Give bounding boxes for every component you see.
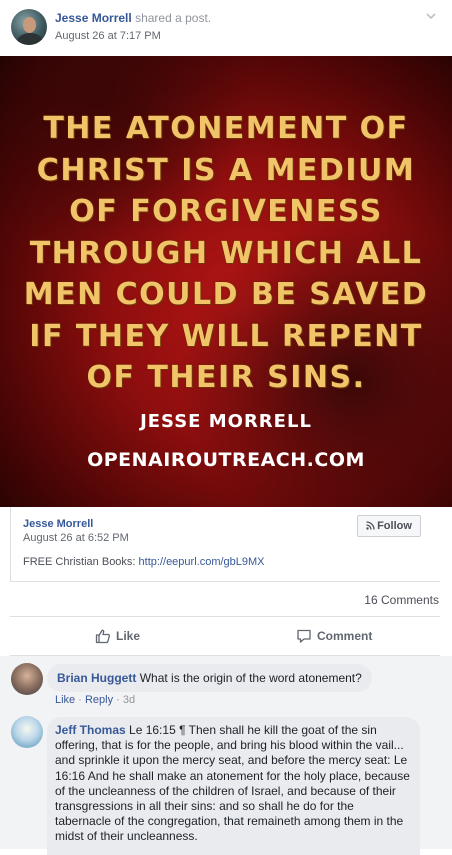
quote-line: OF FORGIVENESS xyxy=(69,194,383,229)
comment-text: Le 16:15 ¶ Then shall he kill the goat o… xyxy=(55,723,410,844)
follow-button[interactable]: Follow xyxy=(357,515,421,537)
commenter-avatar[interactable] xyxy=(11,716,43,748)
comment-like-link[interactable]: Like xyxy=(55,694,75,706)
follow-label: Follow xyxy=(377,520,412,532)
image-site: OPENAIROUTREACH.COM xyxy=(87,449,365,471)
quote-line: OF THEIR SINS. xyxy=(86,360,366,395)
comment-bubble: Jeff Thomas Le 16:15 ¶ Then shall he kil… xyxy=(47,717,420,855)
rss-icon xyxy=(366,521,375,530)
image-quote: THE ATONEMENT OF CHRIST IS A MEDIUM OF F… xyxy=(14,108,438,399)
quote-line: MEN COULD BE SAVED xyxy=(23,277,429,312)
post-image[interactable]: THE ATONEMENT OF CHRIST IS A MEDIUM OF F… xyxy=(0,56,452,507)
post-action: shared a post. xyxy=(135,11,212,25)
comments-section: Brian Huggett What is the origin of the … xyxy=(0,656,452,855)
shared-date[interactable]: August 26 at 6:52 PM xyxy=(23,532,129,544)
shared-author-name[interactable]: Jesse Morrell xyxy=(23,518,93,530)
comment-count[interactable]: 16 Comments xyxy=(364,593,439,607)
comment-label: Comment xyxy=(317,629,373,643)
shared-text-prefix: FREE Christian Books: xyxy=(23,556,139,568)
post-author-line: Jesse Morrell shared a post. xyxy=(55,11,211,25)
post-author-name[interactable]: Jesse Morrell xyxy=(55,11,132,25)
avatar-face xyxy=(23,17,36,33)
thumbs-up-icon xyxy=(95,629,111,644)
quote-line: THE ATONEMENT OF xyxy=(43,111,409,146)
quote-line: CHRIST IS A MEDIUM xyxy=(36,152,416,188)
post-date[interactable]: August 26 at 7:17 PM xyxy=(55,30,161,42)
avatar-body xyxy=(17,33,43,45)
comment-icon xyxy=(297,629,311,643)
shared-link[interactable]: http://eepurl.com/gbL9MX xyxy=(139,556,265,568)
commenter-name[interactable]: Jeff Thomas xyxy=(55,723,126,737)
commenter-name[interactable]: Brian Huggett xyxy=(57,671,136,685)
like-label: Like xyxy=(116,629,141,643)
comment-text: What is the origin of the word atonement… xyxy=(139,671,362,685)
quote-line: IF THEY WILL REPENT xyxy=(29,318,423,354)
comment-bubble: Brian Huggett What is the origin of the … xyxy=(47,664,372,692)
comment-time[interactable]: 3d xyxy=(123,694,135,706)
post-header: Jesse Morrell shared a post. August 26 a… xyxy=(0,0,452,56)
shared-text: FREE Christian Books: http://eepurl.com/… xyxy=(23,556,265,568)
comment-reply-link[interactable]: Reply xyxy=(85,694,113,706)
like-button[interactable]: Like xyxy=(95,617,140,655)
image-author: JESSE MORRELL xyxy=(140,411,312,432)
comment-button[interactable]: Comment xyxy=(296,617,372,655)
action-bar: Like Comment xyxy=(10,617,440,656)
quote-line: THROUGH WHICH ALL xyxy=(29,235,423,271)
chevron-down-icon[interactable] xyxy=(424,9,438,23)
author-avatar[interactable] xyxy=(11,9,47,45)
commenter-avatar[interactable] xyxy=(11,663,43,695)
comment-meta: Like · Reply · 3d xyxy=(55,694,136,706)
shared-post-box: Jesse Morrell August 26 at 6:52 PM FREE … xyxy=(10,507,440,582)
